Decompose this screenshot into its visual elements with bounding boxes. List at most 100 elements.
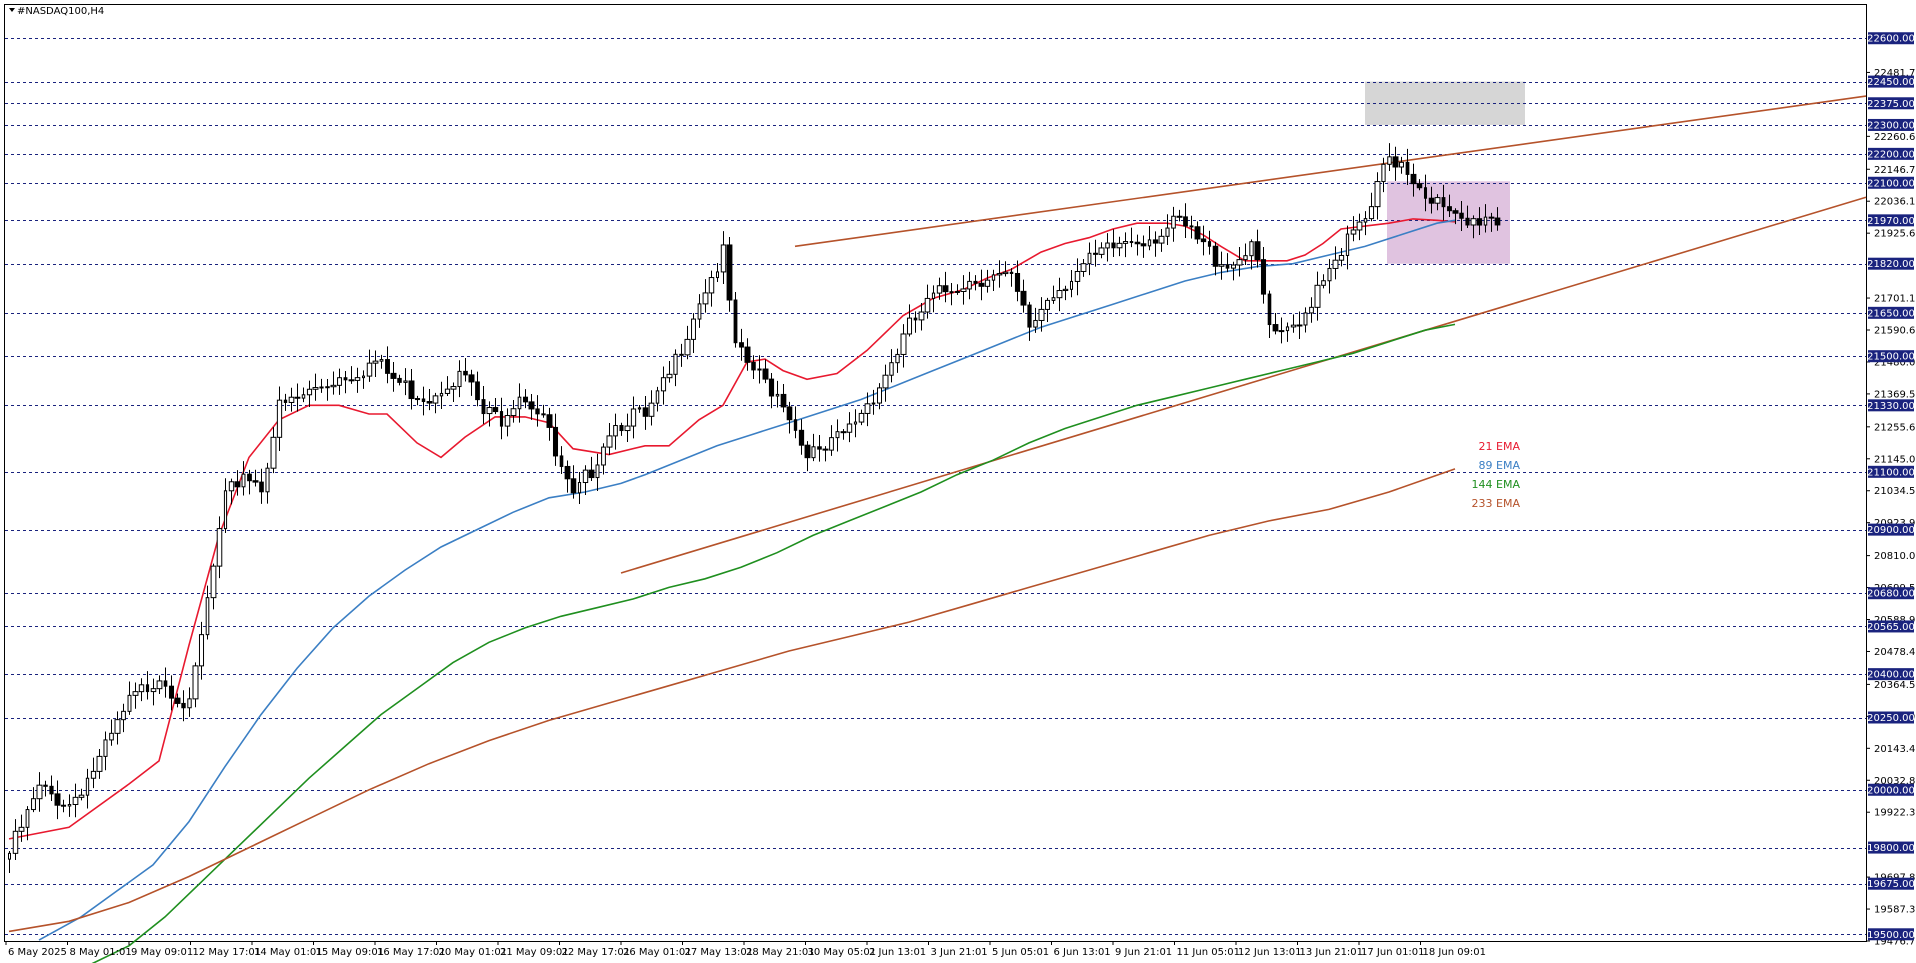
y-tick-label: 21590.62 bbox=[1874, 325, 1916, 336]
candle-body bbox=[114, 719, 121, 734]
candle-body bbox=[829, 437, 834, 451]
candle-body bbox=[822, 448, 829, 451]
y-tick-label: 21925.62 bbox=[1874, 229, 1916, 240]
candle-body bbox=[1483, 216, 1488, 226]
candle-body bbox=[1416, 183, 1423, 189]
candle-body bbox=[1296, 324, 1303, 327]
x-tick-label: 20 May 01:01 bbox=[439, 947, 508, 958]
y-tick-label: 21369.52 bbox=[1874, 389, 1916, 400]
candle-body bbox=[168, 685, 175, 699]
candle-body bbox=[343, 377, 348, 381]
level-label: 21100.00 bbox=[1867, 467, 1915, 478]
candle-body bbox=[876, 387, 883, 404]
candle-body bbox=[739, 342, 744, 348]
candle-body bbox=[109, 732, 114, 741]
candle-body bbox=[8, 852, 11, 860]
x-tick-label: 5 Jun 05:01 bbox=[992, 947, 1049, 958]
legend-entry: 21 EMA bbox=[1479, 440, 1521, 453]
candle-body bbox=[283, 399, 288, 403]
candle-body bbox=[726, 244, 733, 301]
candle-body bbox=[432, 395, 439, 404]
candle-body bbox=[546, 414, 553, 428]
candle-body bbox=[691, 318, 696, 340]
x-tick-label: 21 May 09:01 bbox=[500, 947, 569, 958]
candle-body bbox=[1111, 242, 1116, 249]
candle-body bbox=[1093, 252, 1098, 255]
candle-body bbox=[1392, 156, 1399, 168]
candle-body bbox=[606, 435, 613, 448]
candle-body bbox=[43, 784, 48, 787]
candle-body bbox=[1045, 299, 1050, 310]
candle-body bbox=[1309, 306, 1314, 314]
candle-body bbox=[733, 299, 738, 344]
candle-body bbox=[1080, 263, 1087, 272]
candle-body bbox=[655, 390, 660, 404]
candle-body bbox=[49, 785, 54, 795]
level-label: 20680.00 bbox=[1867, 589, 1915, 600]
level-label: 20400.00 bbox=[1867, 670, 1915, 681]
candle-body bbox=[486, 407, 493, 415]
candle-body bbox=[906, 317, 913, 335]
level-label: 21820.00 bbox=[1867, 259, 1915, 270]
level-label: 22200.00 bbox=[1867, 149, 1915, 160]
candle-body bbox=[18, 826, 25, 832]
level-label: 19500.00 bbox=[1867, 930, 1915, 941]
candle-body bbox=[804, 444, 811, 459]
candle-body bbox=[522, 396, 529, 403]
candle-body bbox=[90, 770, 97, 779]
candle-body bbox=[403, 380, 408, 383]
candle-body bbox=[192, 665, 199, 700]
candle-body bbox=[871, 402, 876, 405]
candle-body bbox=[1207, 241, 1212, 247]
candle-body bbox=[630, 408, 637, 427]
candle-body bbox=[1410, 173, 1417, 185]
candle-body bbox=[408, 380, 415, 400]
candle-body bbox=[559, 455, 564, 467]
x-tick-label: 14 May 01:01 bbox=[254, 947, 323, 958]
y-tick-label: 19922.32 bbox=[1874, 808, 1916, 819]
candle-body bbox=[1459, 212, 1464, 219]
candle-body bbox=[1441, 197, 1446, 208]
candle-body bbox=[931, 292, 936, 299]
candle-body bbox=[330, 384, 337, 388]
candle-body bbox=[846, 423, 853, 433]
price-chart: 22481.7222260.6222146.7222036.1721925.62… bbox=[4, 4, 1916, 963]
candle-body bbox=[1332, 259, 1339, 269]
candle-body bbox=[570, 478, 577, 494]
candle-body bbox=[1020, 290, 1027, 306]
level-label: 21650.00 bbox=[1867, 308, 1915, 319]
candle-body bbox=[835, 431, 840, 439]
candle-body bbox=[1009, 271, 1014, 274]
candle-body bbox=[1051, 297, 1056, 301]
candle-body bbox=[96, 755, 103, 772]
candle-body bbox=[259, 481, 264, 493]
candle-body bbox=[1014, 272, 1021, 292]
candle-body bbox=[372, 360, 379, 364]
candle-body bbox=[1488, 216, 1495, 219]
y-tick-label: 20478.42 bbox=[1874, 647, 1916, 658]
candle-body bbox=[216, 528, 223, 567]
candle-body bbox=[294, 396, 301, 399]
candle-body bbox=[1272, 324, 1279, 332]
candle-body bbox=[697, 303, 702, 320]
candle-body bbox=[1423, 187, 1428, 199]
candle-body bbox=[223, 490, 228, 530]
candle-body bbox=[492, 407, 499, 413]
candle-body bbox=[174, 697, 181, 704]
candle-body bbox=[366, 362, 373, 377]
candle-body bbox=[1171, 215, 1176, 229]
candle-body bbox=[325, 386, 330, 389]
candle-body bbox=[397, 377, 402, 383]
candle-body bbox=[12, 830, 19, 854]
level-label: 22300.00 bbox=[1867, 120, 1915, 131]
candle-body bbox=[768, 378, 775, 397]
candle-body bbox=[900, 333, 907, 355]
candle-body bbox=[312, 387, 319, 390]
candle-body bbox=[564, 465, 571, 480]
candle-body bbox=[475, 381, 480, 401]
candle-body bbox=[517, 396, 522, 410]
candle-body bbox=[1087, 252, 1092, 265]
y-tick-label: 21145.07 bbox=[1874, 454, 1916, 465]
candle-body bbox=[619, 425, 624, 432]
candle-body bbox=[973, 280, 978, 284]
